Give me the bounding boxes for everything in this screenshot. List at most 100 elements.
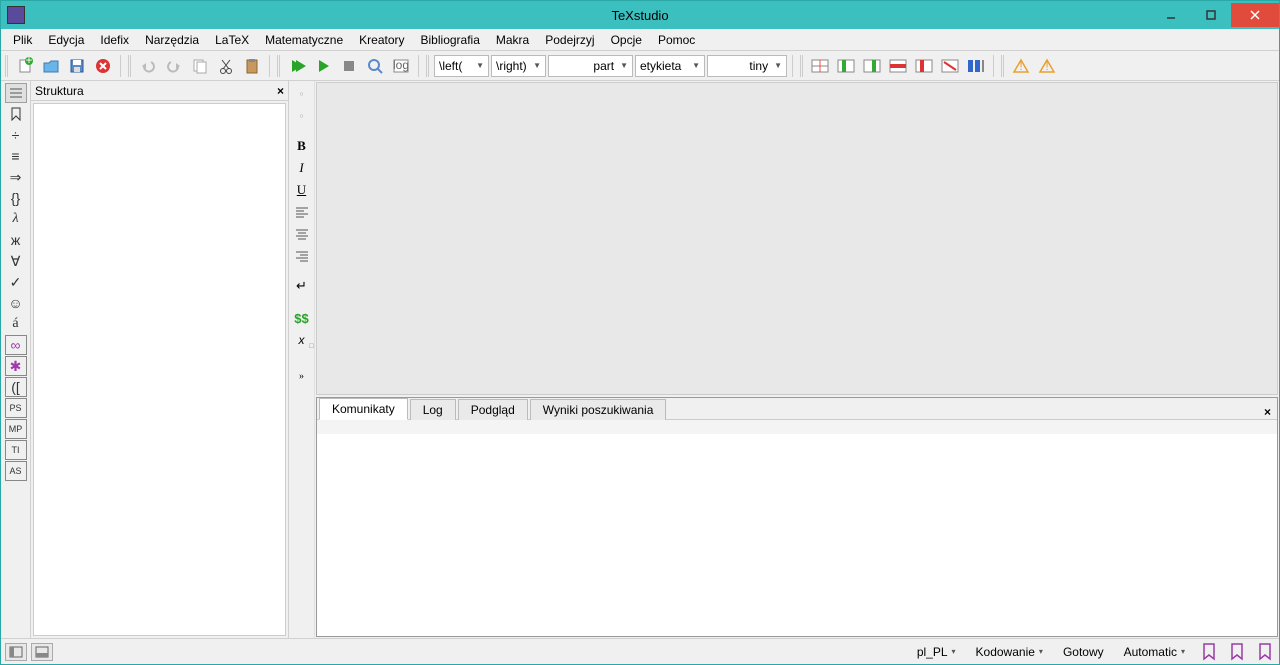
menu-file[interactable]: Plik xyxy=(5,31,40,49)
maximize-button[interactable] xyxy=(1191,3,1231,27)
sidebar-brackets-icon[interactable]: ([ xyxy=(5,377,27,397)
status-automatic[interactable]: Automatic▾ xyxy=(1118,643,1191,661)
dropdown-left-bracket[interactable]: \left(▼ xyxy=(434,55,489,77)
sidebar-smiley-icon[interactable]: ☺ xyxy=(5,293,27,313)
table-tool-6-icon[interactable] xyxy=(938,54,962,78)
table-tool-5-icon[interactable] xyxy=(912,54,936,78)
undo-button[interactable] xyxy=(136,54,160,78)
tab-log[interactable]: Log xyxy=(410,399,456,420)
sidebar-accent-icon[interactable]: á xyxy=(5,314,27,334)
menu-edit[interactable]: Edycja xyxy=(40,31,92,49)
stop-compile-button[interactable] xyxy=(337,54,361,78)
compile-button[interactable] xyxy=(311,54,335,78)
bookmark-3-icon[interactable] xyxy=(1255,642,1275,662)
menu-idefix[interactable]: Idefix xyxy=(92,31,137,49)
messages-body[interactable] xyxy=(317,420,1277,636)
view-log-button[interactable]: log xyxy=(389,54,413,78)
menu-latex[interactable]: LaTeX xyxy=(207,31,257,49)
sidebar-braces-icon[interactable]: {} xyxy=(5,188,27,208)
sidebar-divide-icon[interactable]: ÷ xyxy=(5,125,27,145)
table-tool-2-icon[interactable] xyxy=(834,54,858,78)
sidebar-cyrillic-icon[interactable]: ж xyxy=(5,230,27,250)
status-locale[interactable]: pl_PL▾ xyxy=(911,643,962,661)
menu-math[interactable]: Matematyczne xyxy=(257,31,351,49)
newline-icon[interactable]: ↵ xyxy=(292,277,312,295)
math-mode-button[interactable]: $$ xyxy=(292,309,312,327)
part-next-icon[interactable]: ◦ xyxy=(292,107,312,125)
redo-button[interactable] xyxy=(162,54,186,78)
menu-help[interactable]: Pomoc xyxy=(650,31,703,49)
sidebar-forall-icon[interactable]: ∀ xyxy=(5,251,27,271)
menu-options[interactable]: Opcje xyxy=(603,31,650,49)
structure-tree[interactable] xyxy=(33,103,286,636)
toolbar-grip[interactable] xyxy=(5,55,9,77)
bookmark-1-icon[interactable] xyxy=(1199,642,1219,662)
close-button[interactable] xyxy=(1231,3,1279,27)
sidebar-arrow-icon[interactable]: ⇒ xyxy=(5,167,27,187)
menubar: Plik Edycja Idefix Narzędzia LaTeX Matem… xyxy=(1,29,1279,51)
status-encoding[interactable]: Kodowanie▾ xyxy=(970,643,1049,661)
align-center-icon[interactable] xyxy=(292,225,312,243)
save-file-button[interactable] xyxy=(65,54,89,78)
sidebar-as-icon[interactable]: AS xyxy=(5,461,27,481)
dropdown-section[interactable]: part▼ xyxy=(548,55,633,77)
table-tool-1-icon[interactable] xyxy=(808,54,832,78)
bold-button[interactable]: B xyxy=(292,137,312,155)
tab-messages[interactable]: Komunikaty xyxy=(319,398,408,420)
layout-toggle-1-button[interactable] xyxy=(5,643,27,661)
dropdown-size[interactable]: tiny▼ xyxy=(707,55,787,77)
warning-prev-icon[interactable]: ! xyxy=(1009,54,1033,78)
menu-macros[interactable]: Makra xyxy=(488,31,537,49)
expand-more-icon[interactable]: » xyxy=(292,367,312,385)
sidebar-mp-icon[interactable]: MP xyxy=(5,419,27,439)
subscript-label: x xyxy=(299,333,305,347)
table-tool-4-icon[interactable] xyxy=(886,54,910,78)
tab-search-results[interactable]: Wyniki poszukiwania xyxy=(530,399,667,420)
warning-next-icon[interactable]: ! xyxy=(1035,54,1059,78)
dropdown-label[interactable]: etykieta▼ xyxy=(635,55,705,77)
new-file-button[interactable]: + xyxy=(13,54,37,78)
sidebar-lambda-icon[interactable]: λ xyxy=(5,209,27,229)
cut-button[interactable] xyxy=(214,54,238,78)
view-pdf-button[interactable] xyxy=(363,54,387,78)
messages-close-button[interactable]: × xyxy=(1264,405,1271,419)
build-and-view-button[interactable] xyxy=(285,54,309,78)
table-tool-3-icon[interactable] xyxy=(860,54,884,78)
underline-button[interactable]: U xyxy=(292,181,312,199)
minimize-button[interactable] xyxy=(1151,3,1191,27)
table-tool-7-icon[interactable] xyxy=(964,54,988,78)
menu-tools[interactable]: Narzędzia xyxy=(137,31,207,49)
sidebar-infinity-icon[interactable]: ∞ xyxy=(5,335,27,355)
align-left-icon[interactable] xyxy=(292,203,312,221)
dropdown-right-bracket[interactable]: \right)▼ xyxy=(491,55,546,77)
structure-panel-close-button[interactable]: × xyxy=(277,84,284,98)
stop-button[interactable] xyxy=(91,54,115,78)
bookmark-2-icon[interactable] xyxy=(1227,642,1247,662)
toolbar-grip[interactable] xyxy=(426,55,430,77)
toolbar-grip[interactable] xyxy=(277,55,281,77)
sidebar-equiv-icon[interactable]: ≡ xyxy=(5,146,27,166)
layout-toggle-2-button[interactable] xyxy=(31,643,53,661)
italic-button[interactable]: I xyxy=(292,159,312,177)
main-area: ÷ ≡ ⇒ {} λ ж ∀ ✓ ☺ á ∞ ✱ ([ PS MP TI AS … xyxy=(1,81,1279,638)
copy-button[interactable] xyxy=(188,54,212,78)
menu-preview[interactable]: Podejrzyj xyxy=(537,31,602,49)
menu-bibliography[interactable]: Bibliografia xyxy=(413,31,488,49)
sidebar-asterisk-icon[interactable]: ✱ xyxy=(5,356,27,376)
sidebar-check-icon[interactable]: ✓ xyxy=(5,272,27,292)
toolbar-grip[interactable] xyxy=(128,55,132,77)
open-file-button[interactable] xyxy=(39,54,63,78)
sidebar-ti-icon[interactable]: TI xyxy=(5,440,27,460)
part-prev-icon[interactable]: ◦ xyxy=(292,85,312,103)
toolbar-grip[interactable] xyxy=(1001,55,1005,77)
paste-button[interactable] xyxy=(240,54,264,78)
editor-blank-area[interactable] xyxy=(316,82,1278,395)
sidebar-bookmark-icon[interactable] xyxy=(5,104,27,124)
toolbar-grip[interactable] xyxy=(800,55,804,77)
menu-wizards[interactable]: Kreatory xyxy=(351,31,412,49)
tab-preview[interactable]: Podgląd xyxy=(458,399,528,420)
sidebar-ps-icon[interactable]: PS xyxy=(5,398,27,418)
subscript-button[interactable]: x□ xyxy=(292,331,312,349)
align-right-icon[interactable] xyxy=(292,247,312,265)
sidebar-structure-icon[interactable] xyxy=(5,83,27,103)
